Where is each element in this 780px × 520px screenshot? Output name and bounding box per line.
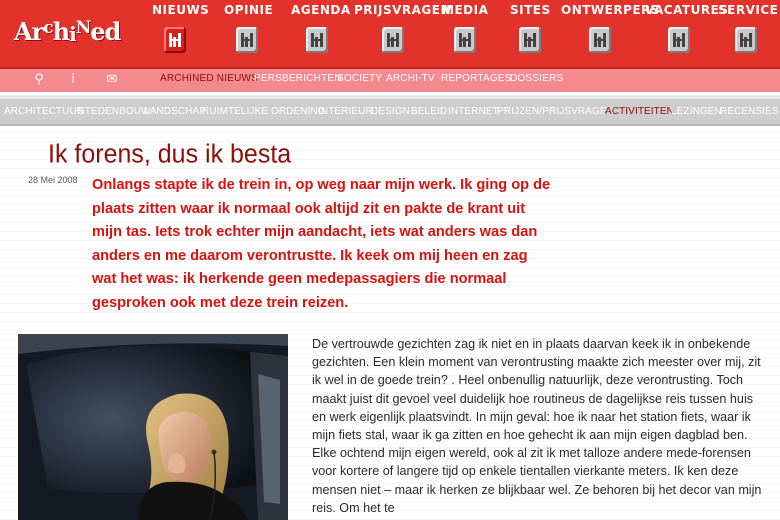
archined-tab-icon [519,27,541,53]
main-nav-label: VACATURES [645,3,729,17]
category-internet[interactable]: INTERNET [448,106,499,117]
archined-tab-icon [164,27,186,53]
category-bar: ARCHITECTUUR STEDENBOUW LANDSCHAP RUIMTE… [0,95,780,126]
article-photo [18,334,288,520]
article-photo-image [18,334,288,520]
category-stedenbouw[interactable]: STEDENBOUW [78,106,151,117]
main-nav-item-prijsvragen[interactable]: PRIJSVRAGEN [354,3,452,65]
category-architectuur[interactable]: ARCHITECTUUR [4,106,84,117]
article-lead: Onlangs stapte ik de trein in, op weg na… [92,177,551,311]
main-nav-label: OPINIE [224,3,274,17]
archined-tab-icon [454,27,476,53]
main-nav-label: SITES [510,3,551,17]
category-lezingen[interactable]: LEZINGEN [671,106,722,117]
archined-tab-icon [236,27,258,53]
logo-part: h [52,17,70,46]
article-body: De vertrouwde gezichten zag ik niet en i… [312,337,762,515]
main-nav-item-ontwerpers[interactable]: ONTWERPERS [561,3,660,65]
info-icon[interactable]: i [64,72,82,88]
main-nav-item-agenda[interactable]: AGENDA [291,3,351,65]
category-recensies[interactable]: RECENSIES [720,106,779,117]
archined-logo[interactable]: Ar c h i Ned [14,16,121,46]
sub-nav-item-dossiers[interactable]: DOSSIERS [510,73,563,84]
category-design[interactable]: DESIGN [371,106,410,117]
main-nav-item-sites[interactable]: SITES [510,3,550,65]
category-beleid[interactable]: BELEID [411,106,447,117]
logo-area[interactable]: Ar c h i Ned [0,0,150,68]
category-activiteiten[interactable]: ACTIVITEITEN [605,106,674,117]
archined-tab-icon [668,27,690,53]
sub-nav-item-reportages[interactable]: REPORTAGES [441,73,512,84]
main-nav-label: ONTWERPERS [561,3,660,17]
logo-part: ed [90,17,121,46]
sub-nav: ⚲ i ✉ ARCHINED NIEUWS PERSBERICHTEN SOCI… [0,67,780,92]
sub-nav-item-archi-tv[interactable]: ARCHI-TV [386,73,435,84]
main-nav-item-media[interactable]: MEDIA [442,3,488,65]
category-prijzen-prijsvragen[interactable]: PRIJZEN/PRIJSVRAGEN [497,106,614,117]
main-nav-item-vacatures[interactable]: VACATURES [645,3,729,65]
archined-tab-icon [735,27,757,53]
sub-nav-item-persberichten[interactable]: PERSBERICHTEN [254,73,342,84]
archined-tab-icon [589,27,611,53]
main-nav-label: AGENDA [291,3,351,17]
main-nav-label: PRIJSVRAGEN [354,3,452,17]
main-nav-label: SERVICE [718,3,779,17]
divider [0,95,780,99]
category-landschap[interactable]: LANDSCHAP [144,106,206,117]
article-title: Ik forens, dus ik besta [48,139,292,169]
logo-part: c [43,18,53,38]
sub-nav-item-society[interactable]: SOCIETY [337,73,382,84]
logo-part: Ar [14,17,44,46]
article-date: 28 Mei 2008 [28,175,78,185]
page: Ar c h i Ned NIEUWS OPINIE AGENDA PRIJSVRAGE… [0,0,780,520]
main-nav-item-service[interactable]: SERVICE [718,3,779,65]
archined-tab-icon [306,27,328,53]
divider [0,67,780,69]
logo-part: i [69,22,77,46]
main-nav-label: NIEUWS [152,3,210,17]
search-icon[interactable]: ⚲ [30,72,48,88]
mail-icon[interactable]: ✉ [103,72,121,88]
main-nav: NIEUWS OPINIE AGENDA PRIJSVRAGEN MEDIA S… [150,0,780,68]
archined-tab-icon [382,27,404,53]
category-ruimtelijke-ordening[interactable]: RUIMTELIJKE ORDENING [202,106,326,117]
logo-part: N [75,18,92,38]
category-interieur[interactable]: INTERIEUR [318,106,373,117]
main-nav-label: MEDIA [442,3,489,17]
sub-nav-item-archined-nieuws[interactable]: ARCHINED NIEUWS [160,73,258,84]
main-nav-item-nieuws[interactable]: NIEUWS [152,3,210,65]
main-nav-item-opinie[interactable]: OPINIE [224,3,274,65]
